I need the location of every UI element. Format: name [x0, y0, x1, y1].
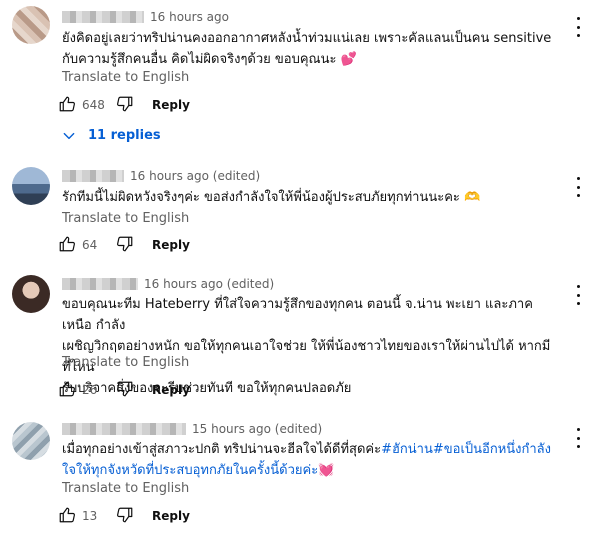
thumbs-up-icon[interactable]: [58, 380, 76, 401]
reply-button[interactable]: Reply: [152, 509, 190, 523]
more-actions-icon[interactable]: [572, 285, 584, 305]
thumbs-down-icon[interactable]: [116, 95, 134, 116]
translate-link[interactable]: Translate to English: [62, 70, 189, 85]
author-handle[interactable]: [62, 11, 144, 23]
like-count: 64: [82, 238, 98, 252]
heart-hands-emoji: 🫶: [464, 190, 481, 205]
heart-emoji: 💕: [340, 52, 357, 67]
avatar[interactable]: [12, 275, 50, 313]
thumbs-up-icon[interactable]: [58, 235, 76, 256]
thumbs-up-icon[interactable]: [58, 506, 76, 527]
like-count: 13: [82, 509, 98, 523]
thumbs-down-icon[interactable]: [116, 235, 134, 256]
chevron-down-icon: [63, 132, 75, 139]
reply-button[interactable]: Reply: [152, 238, 190, 252]
reply-button[interactable]: Reply: [152, 383, 190, 397]
more-actions-icon[interactable]: [572, 428, 584, 448]
translate-link[interactable]: Translate to English: [62, 211, 189, 226]
avatar[interactable]: [12, 167, 50, 205]
comment-timestamp[interactable]: 15 hours ago (edited): [192, 422, 322, 436]
hashtag-link[interactable]: #ฮักน่าน: [381, 442, 433, 457]
translate-link[interactable]: Translate to English: [62, 481, 189, 496]
author-handle[interactable]: [62, 170, 124, 182]
replies-count: 11 replies: [88, 128, 161, 143]
comment-text: เมื่อทุกอย่างเข้าสู่สภาวะปกติ ทริปน่านจะ…: [62, 439, 562, 481]
heart-emoji: 💓: [318, 463, 335, 478]
author-handle[interactable]: [62, 423, 186, 435]
author-handle[interactable]: [62, 278, 138, 290]
reply-button[interactable]: Reply: [152, 98, 190, 112]
thumbs-up-icon[interactable]: [58, 95, 76, 116]
view-replies-button[interactable]: 11 replies: [62, 128, 161, 143]
like-count: 26: [82, 383, 98, 397]
translate-link[interactable]: Translate to English: [62, 355, 189, 370]
comment-timestamp[interactable]: 16 hours ago (edited): [144, 277, 274, 291]
comment-timestamp[interactable]: 16 hours ago (edited): [130, 169, 260, 183]
like-count: 648: [82, 98, 105, 112]
avatar[interactable]: [12, 6, 50, 44]
thumbs-down-icon[interactable]: [116, 380, 134, 401]
more-actions-icon[interactable]: [572, 17, 584, 37]
comment-line: ขอบคุณนะทีม Hateberry ที่ใส่ใจความรู้สึก…: [62, 297, 533, 333]
comment-timestamp[interactable]: 16 hours ago: [150, 10, 229, 24]
avatar[interactable]: [12, 422, 50, 460]
thumbs-down-icon[interactable]: [116, 506, 134, 527]
comment-text: ยังคิดอยู่เลยว่าทริปน่านคงออกอากาศหลังน้…: [62, 28, 562, 70]
comment-text: รักทีมนี้ไม่ผิดหวังจริงๆค่ะ ขอส่งกำลังใจ…: [62, 187, 562, 208]
more-actions-icon[interactable]: [572, 177, 584, 197]
